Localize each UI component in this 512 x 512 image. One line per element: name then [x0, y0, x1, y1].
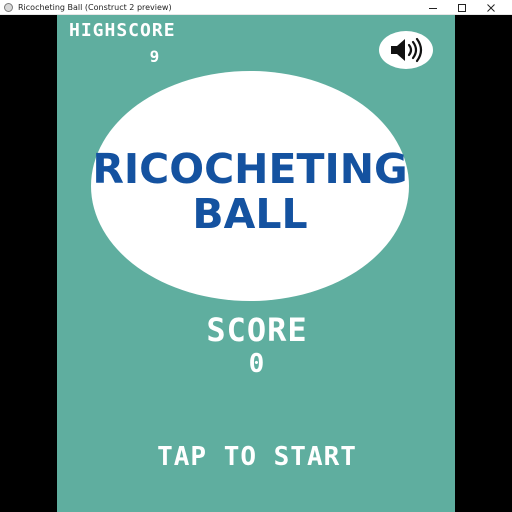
window-title: Ricocheting Ball (Construct 2 preview): [18, 3, 172, 12]
title-bar[interactable]: Ricocheting Ball (Construct 2 preview): [0, 0, 512, 15]
minimize-button[interactable]: [419, 0, 447, 15]
score-value: 0: [248, 349, 266, 379]
close-button[interactable]: [477, 0, 505, 15]
game-title: RICOCHETING BALL: [91, 147, 409, 237]
title-oval: RICOCHETING BALL: [91, 71, 409, 301]
score-label: SCORE: [206, 311, 308, 349]
minimize-icon: [429, 7, 437, 9]
game-window: Ricocheting Ball (Construct 2 preview) H…: [0, 0, 512, 512]
game-title-line2: BALL: [192, 190, 308, 238]
close-icon: [487, 3, 495, 12]
sound-toggle-button[interactable]: [379, 31, 433, 69]
maximize-button[interactable]: [448, 0, 476, 15]
tap-to-start-button[interactable]: TAP TO START: [97, 442, 417, 472]
game-title-line1: RICOCHETING: [92, 145, 408, 193]
game-stage[interactable]: HIGHSCORE 9 RICOCHETING BALL SCORE 0 TAP…: [57, 15, 455, 512]
maximize-icon: [458, 3, 466, 12]
highscore-label: HIGHSCORE: [69, 20, 176, 41]
speaker-icon: [391, 37, 423, 63]
highscore-value: 9: [149, 47, 161, 66]
app-icon: [4, 3, 13, 12]
